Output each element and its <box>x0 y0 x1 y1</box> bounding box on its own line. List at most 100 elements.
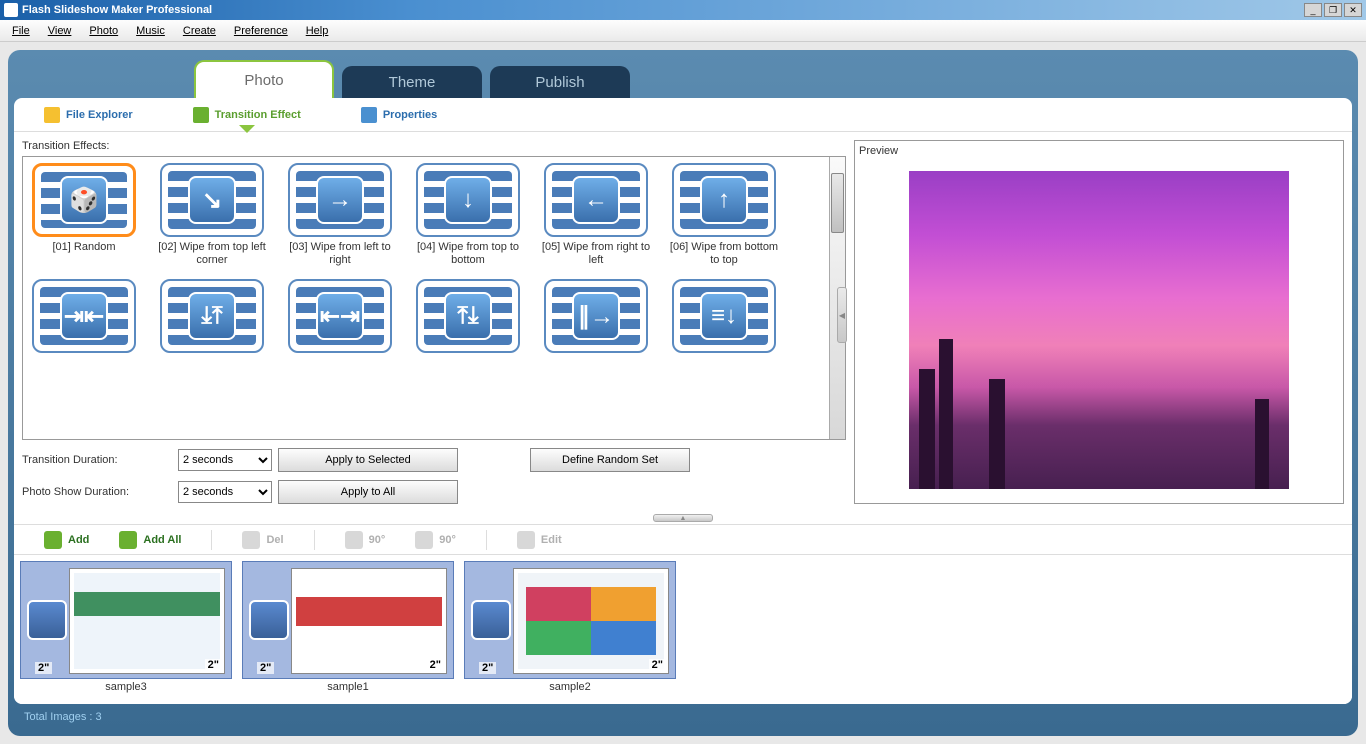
delete-icon <box>242 531 260 549</box>
show-duration-badge: 2" <box>427 659 444 671</box>
photo-item[interactable]: 2" 2" sample2 <box>464 561 676 698</box>
effect-label: [04] Wipe from top to bottom <box>413 241 523 269</box>
apply-to-selected-button[interactable]: Apply to Selected <box>278 448 458 472</box>
effect-item[interactable]: → [03] Wipe from left to right <box>285 163 395 269</box>
effect-label: [01] Random <box>53 241 116 269</box>
tab-photo[interactable]: Photo <box>194 60 334 98</box>
photo-strip: 2" 2" sample3 2" 2" sample1 2" 2" sample2 <box>14 554 1352 704</box>
effect-item[interactable]: ⤓⤒ <box>157 279 267 385</box>
effect-item[interactable]: 🎲 [01] Random <box>29 163 139 269</box>
effect-glyph-icon: ∥→ <box>572 292 620 340</box>
effect-glyph-icon: ⤒⤓ <box>444 292 492 340</box>
effect-label: [03] Wipe from left to right <box>285 241 395 269</box>
menu-preference[interactable]: Preference <box>226 23 296 39</box>
apply-to-all-button[interactable]: Apply to All <box>278 480 458 504</box>
rotate-left-button[interactable]: 90° <box>345 531 386 549</box>
transition-duration-label: Transition Duration: <box>22 454 172 466</box>
transition-icon <box>193 107 209 123</box>
add-all-icon <box>119 531 137 549</box>
effect-glyph-icon: ↑ <box>700 176 748 224</box>
effect-glyph-icon: → <box>316 176 364 224</box>
effect-item[interactable]: ∥→ <box>541 279 651 385</box>
add-icon <box>44 531 62 549</box>
define-random-set-button[interactable]: Define Random Set <box>530 448 690 472</box>
effect-item[interactable]: ↓ [04] Wipe from top to bottom <box>413 163 523 269</box>
photo-show-duration-select[interactable]: 2 seconds <box>178 481 272 503</box>
effect-glyph-icon: ⇤⇥ <box>316 292 364 340</box>
app-icon <box>4 3 18 17</box>
tab-theme[interactable]: Theme <box>342 66 482 98</box>
menu-bar: File View Photo Music Create Preference … <box>0 20 1366 42</box>
show-duration-badge: 2" <box>205 659 222 671</box>
effect-item[interactable]: ⇥⇤ <box>29 279 139 385</box>
properties-icon <box>361 107 377 123</box>
vertical-splitter[interactable]: ◀ <box>836 170 848 460</box>
horizontal-splitter[interactable]: ▲ <box>14 512 1352 524</box>
edit-button[interactable]: Edit <box>517 531 562 549</box>
subtab-transition-effect[interactable]: Transition Effect <box>193 107 301 123</box>
effect-item[interactable]: ← [05] Wipe from right to left <box>541 163 651 269</box>
photo-name: sample2 <box>549 681 591 693</box>
effect-item[interactable]: ⇤⇥ <box>285 279 395 385</box>
transition-badge-icon <box>249 600 289 640</box>
menu-file[interactable]: File <box>4 23 38 39</box>
menu-help[interactable]: Help <box>298 23 337 39</box>
transition-duration-select[interactable]: 2 seconds <box>178 449 272 471</box>
minimize-button[interactable]: _ <box>1304 3 1322 17</box>
effect-item[interactable]: ↘ [02] Wipe from top left corner <box>157 163 267 269</box>
transition-badge-icon <box>27 600 67 640</box>
photo-item[interactable]: 2" 2" sample1 <box>242 561 454 698</box>
tab-publish[interactable]: Publish <box>490 66 630 98</box>
effect-glyph-icon: ↘ <box>188 176 236 224</box>
effect-glyph-icon: ← <box>572 176 620 224</box>
effect-glyph-icon: ⤓⤒ <box>188 292 236 340</box>
show-duration-badge: 2" <box>649 659 666 671</box>
app-title: Flash Slideshow Maker Professional <box>22 4 1304 16</box>
photo-thumbnail: 2" <box>291 568 447 674</box>
transition-duration-badge: 2" <box>479 662 496 674</box>
delete-button[interactable]: Del <box>242 531 283 549</box>
effect-glyph-icon: ⇥⇤ <box>60 292 108 340</box>
preview-label: Preview <box>859 145 1339 157</box>
main-panel: Photo Theme Publish File Explorer Transi… <box>8 50 1358 736</box>
menu-photo[interactable]: Photo <box>81 23 126 39</box>
effect-glyph-icon: 🎲 <box>60 176 108 224</box>
folder-icon <box>44 107 60 123</box>
title-bar: Flash Slideshow Maker Professional _ ❐ ✕ <box>0 0 1366 20</box>
subtab-properties[interactable]: Properties <box>361 107 437 123</box>
transition-duration-badge: 2" <box>257 662 274 674</box>
photo-item[interactable]: 2" 2" sample3 <box>20 561 232 698</box>
photo-thumbnail: 2" <box>513 568 669 674</box>
effect-label: [05] Wipe from right to left <box>541 241 651 269</box>
add-button[interactable]: Add <box>44 531 89 549</box>
menu-music[interactable]: Music <box>128 23 173 39</box>
subtab-file-explorer[interactable]: File Explorer <box>44 107 133 123</box>
effects-heading: Transition Effects: <box>22 140 846 152</box>
maximize-button[interactable]: ❐ <box>1324 3 1342 17</box>
photo-show-duration-label: Photo Show Duration: <box>22 486 172 498</box>
transition-badge-icon <box>471 600 511 640</box>
effect-label: [06] Wipe from bottom to top <box>669 241 779 269</box>
rotate-right-button[interactable]: 90° <box>415 531 456 549</box>
menu-create[interactable]: Create <box>175 23 224 39</box>
effects-list: 🎲 [01] Random ↘ [02] Wipe from top left cor… <box>22 156 846 440</box>
status-bar: Total Images : 3 <box>14 704 1352 730</box>
effect-item[interactable]: ↑ [06] Wipe from bottom to top <box>669 163 779 269</box>
effect-glyph-icon: ↓ <box>444 176 492 224</box>
edit-icon <box>517 531 535 549</box>
effect-label: [02] Wipe from top left corner <box>157 241 267 269</box>
rotate-right-icon <box>415 531 433 549</box>
add-all-button[interactable]: Add All <box>119 531 181 549</box>
photo-name: sample3 <box>105 681 147 693</box>
close-button[interactable]: ✕ <box>1344 3 1362 17</box>
effect-item[interactable]: ≡↓ <box>669 279 779 385</box>
rotate-left-icon <box>345 531 363 549</box>
effect-item[interactable]: ⤒⤓ <box>413 279 523 385</box>
photo-name: sample1 <box>327 681 369 693</box>
photo-toolbar: Add Add All Del 90° 90° Edit <box>14 524 1352 554</box>
transition-duration-badge: 2" <box>35 662 52 674</box>
photo-thumbnail: 2" <box>69 568 225 674</box>
total-images-label: Total Images : 3 <box>24 711 102 723</box>
effect-glyph-icon: ≡↓ <box>700 292 748 340</box>
menu-view[interactable]: View <box>40 23 80 39</box>
